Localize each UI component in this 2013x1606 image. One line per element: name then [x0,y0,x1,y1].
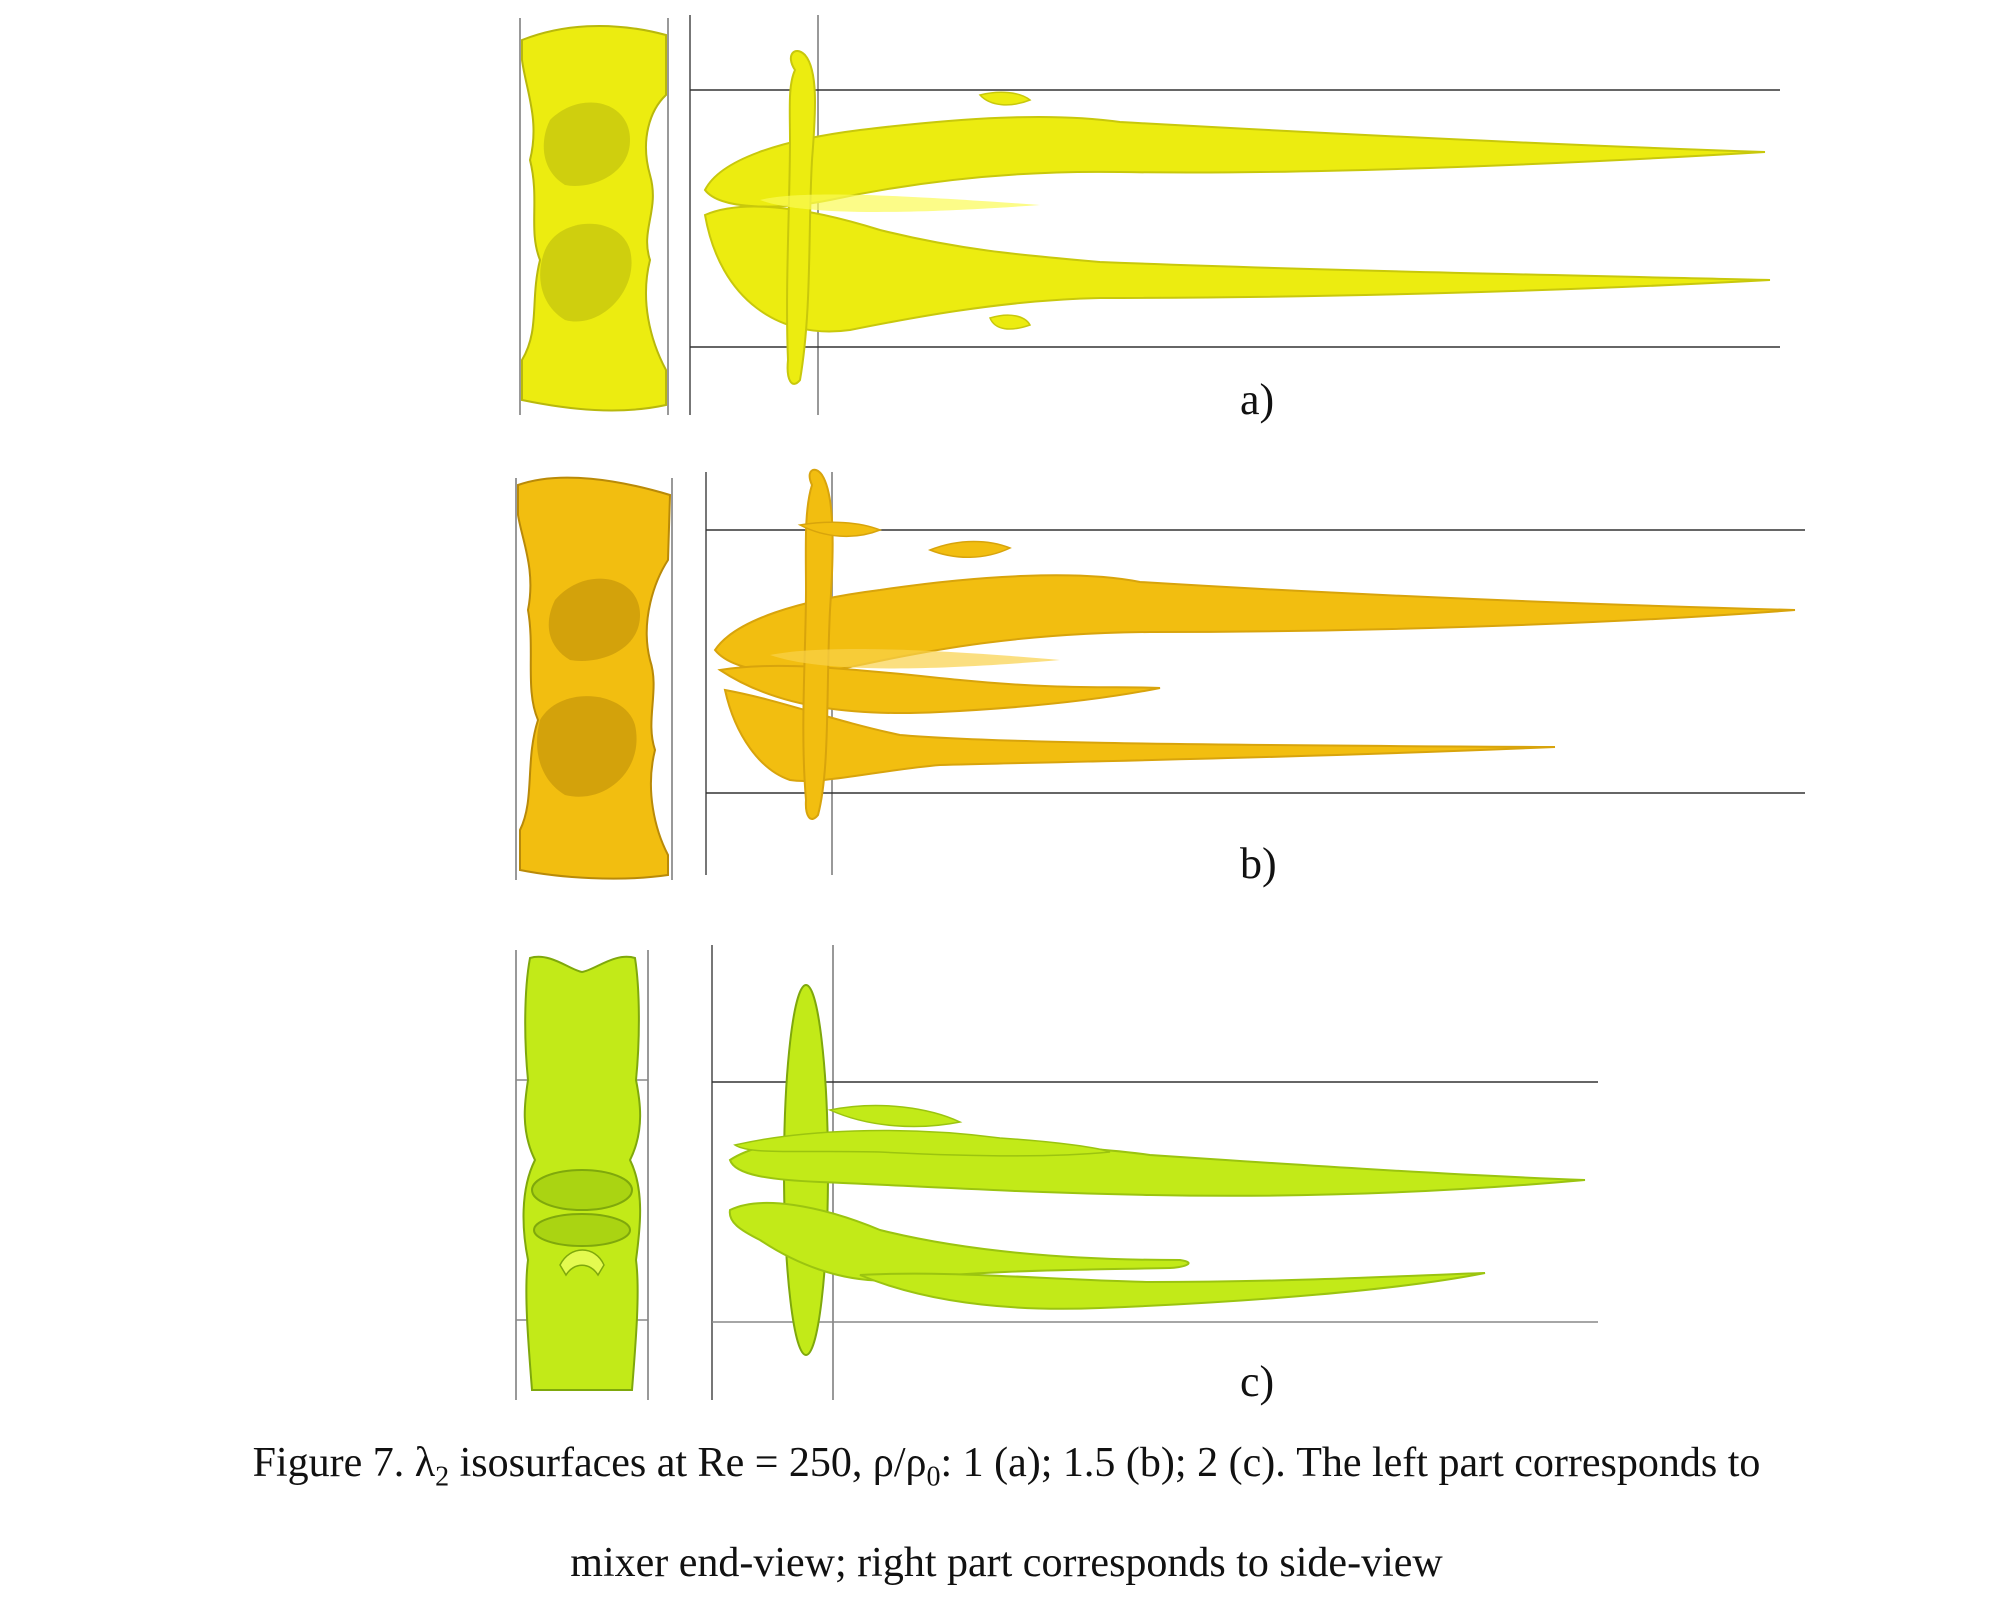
panel-label-c: c) [1240,1357,1275,1406]
side-view-fin [978,91,1032,106]
figure-caption: Figure 7. λ2 isosurfaces at Re = 250, ρ/… [0,1420,2013,1606]
side-view-fin [927,540,1012,558]
panel-c-illustration [515,945,1598,1400]
side-view-vortex-tail [859,1272,1486,1310]
panel-label-a: a) [1240,375,1275,424]
caption-line-2: mixer end-view; right part corresponds t… [570,1540,1443,1587]
panel-a-illustration [519,15,1780,415]
end-view-vortex [521,24,667,412]
panel-label-b: b) [1240,839,1277,888]
side-view-vortex-upper [703,115,1766,208]
side-view-vortex-lower [703,205,1771,333]
side-view-ring [786,50,816,385]
end-view-ring [533,1213,631,1247]
end-view-ring [531,1169,633,1211]
panel-c: c) [0,930,2013,1410]
end-view-vortex [517,476,672,880]
side-view-fin [988,314,1032,330]
caption-line-1: Figure 7. λ2 isosurfaces at Re = 250, ρ/… [252,1440,1761,1493]
panel-b-illustration [515,468,1805,880]
side-view-fin [827,1104,963,1128]
panel-a: a) [0,0,2013,424]
panel-b: b) [0,450,2013,890]
